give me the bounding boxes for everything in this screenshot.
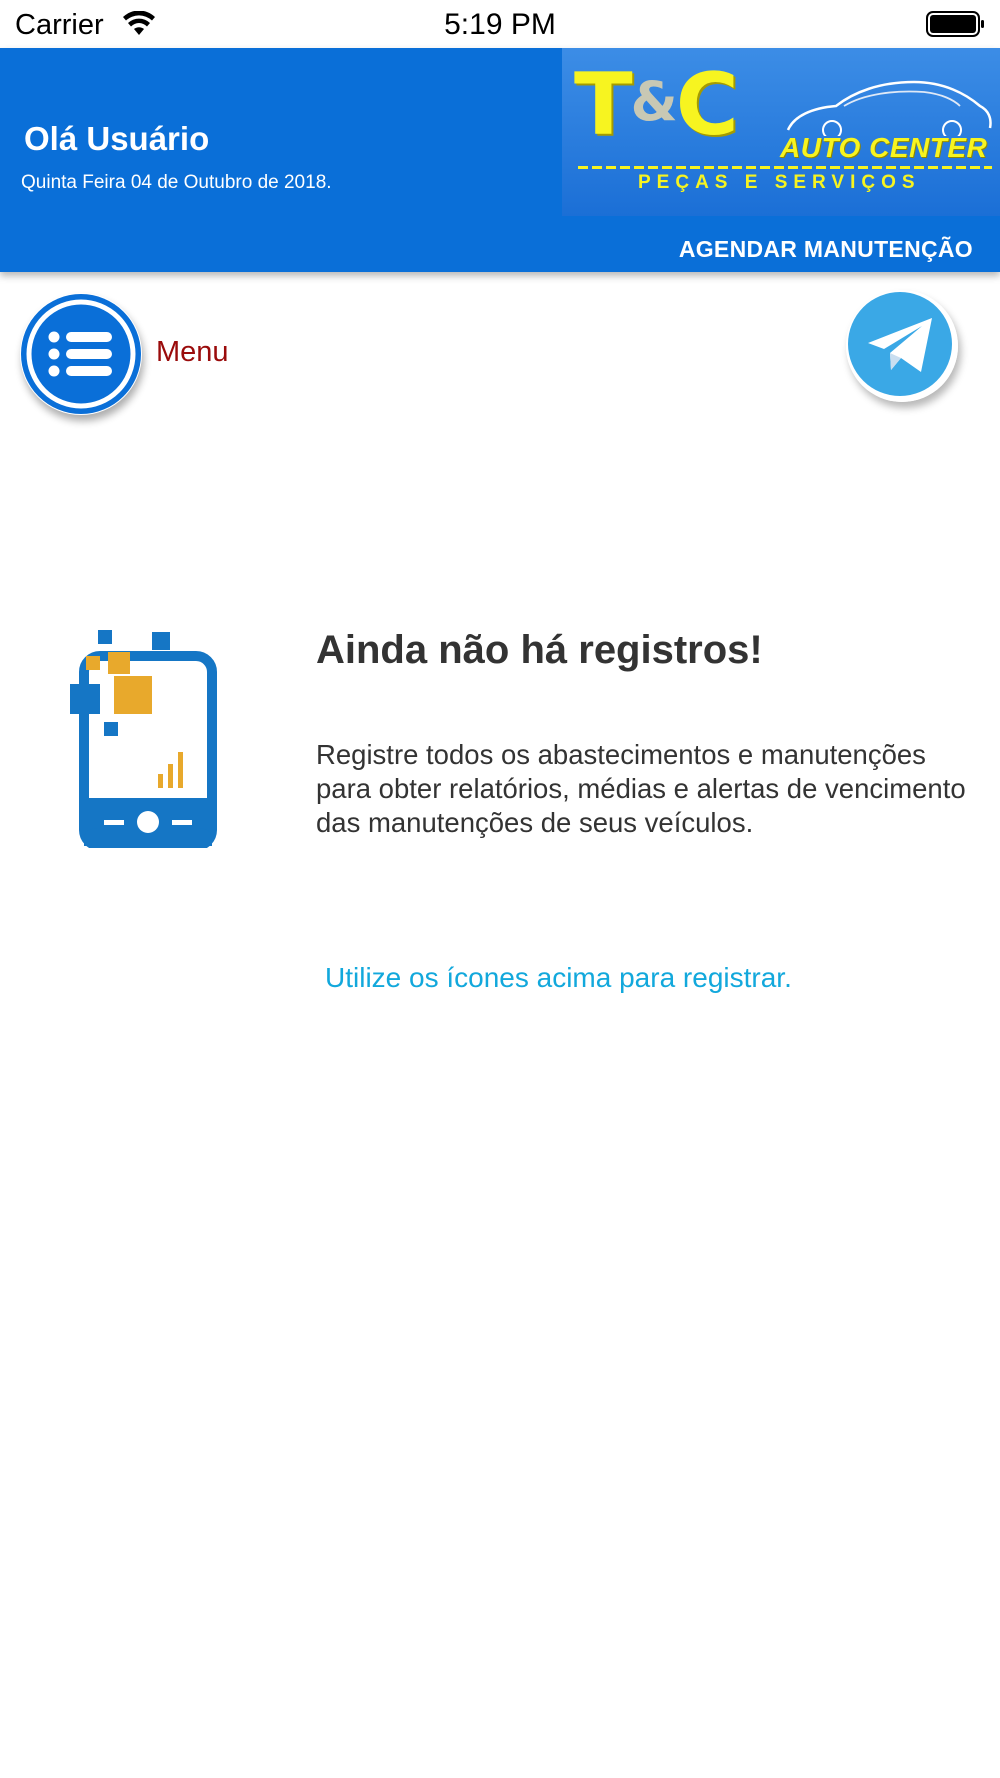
logo-divider [578,166,992,169]
header: Olá Usuário Quinta Feira 04 de Outubro d… [0,48,1000,272]
telegram-icon [846,290,958,402]
empty-state-description: Registre todos os abastecimentos e manut… [316,739,966,838]
logo-auto-center: AUTO CENTER [780,132,988,163]
list-menu-icon [21,294,141,414]
telegram-button[interactable] [846,290,958,402]
status-bar: Carrier 5:19 PM [0,0,1000,48]
phone-chart-icon [70,630,217,848]
menu-button[interactable] [20,293,142,415]
menu-label[interactable]: Menu [156,336,229,369]
schedule-maintenance-link[interactable]: AGENDAR MANUTENÇÃO [679,236,973,263]
status-time: 5:19 PM [444,8,556,41]
brand-logo: T&C AUTO CENTER PEÇAS E SERVIÇOS [562,48,1000,216]
logo-monogram: T&C [574,55,739,155]
empty-state-title: Ainda não há registros! [316,628,763,672]
car-silhouette-icon [786,80,992,136]
greeting: Olá Usuário [24,120,210,157]
battery-icon [926,11,984,37]
logo-tagline: PEÇAS E SERVIÇOS [638,172,921,193]
current-date: Quinta Feira 04 de Outubro de 2018. [21,172,332,193]
empty-state-hint: Utilize os ícones acima para registrar. [325,962,792,993]
